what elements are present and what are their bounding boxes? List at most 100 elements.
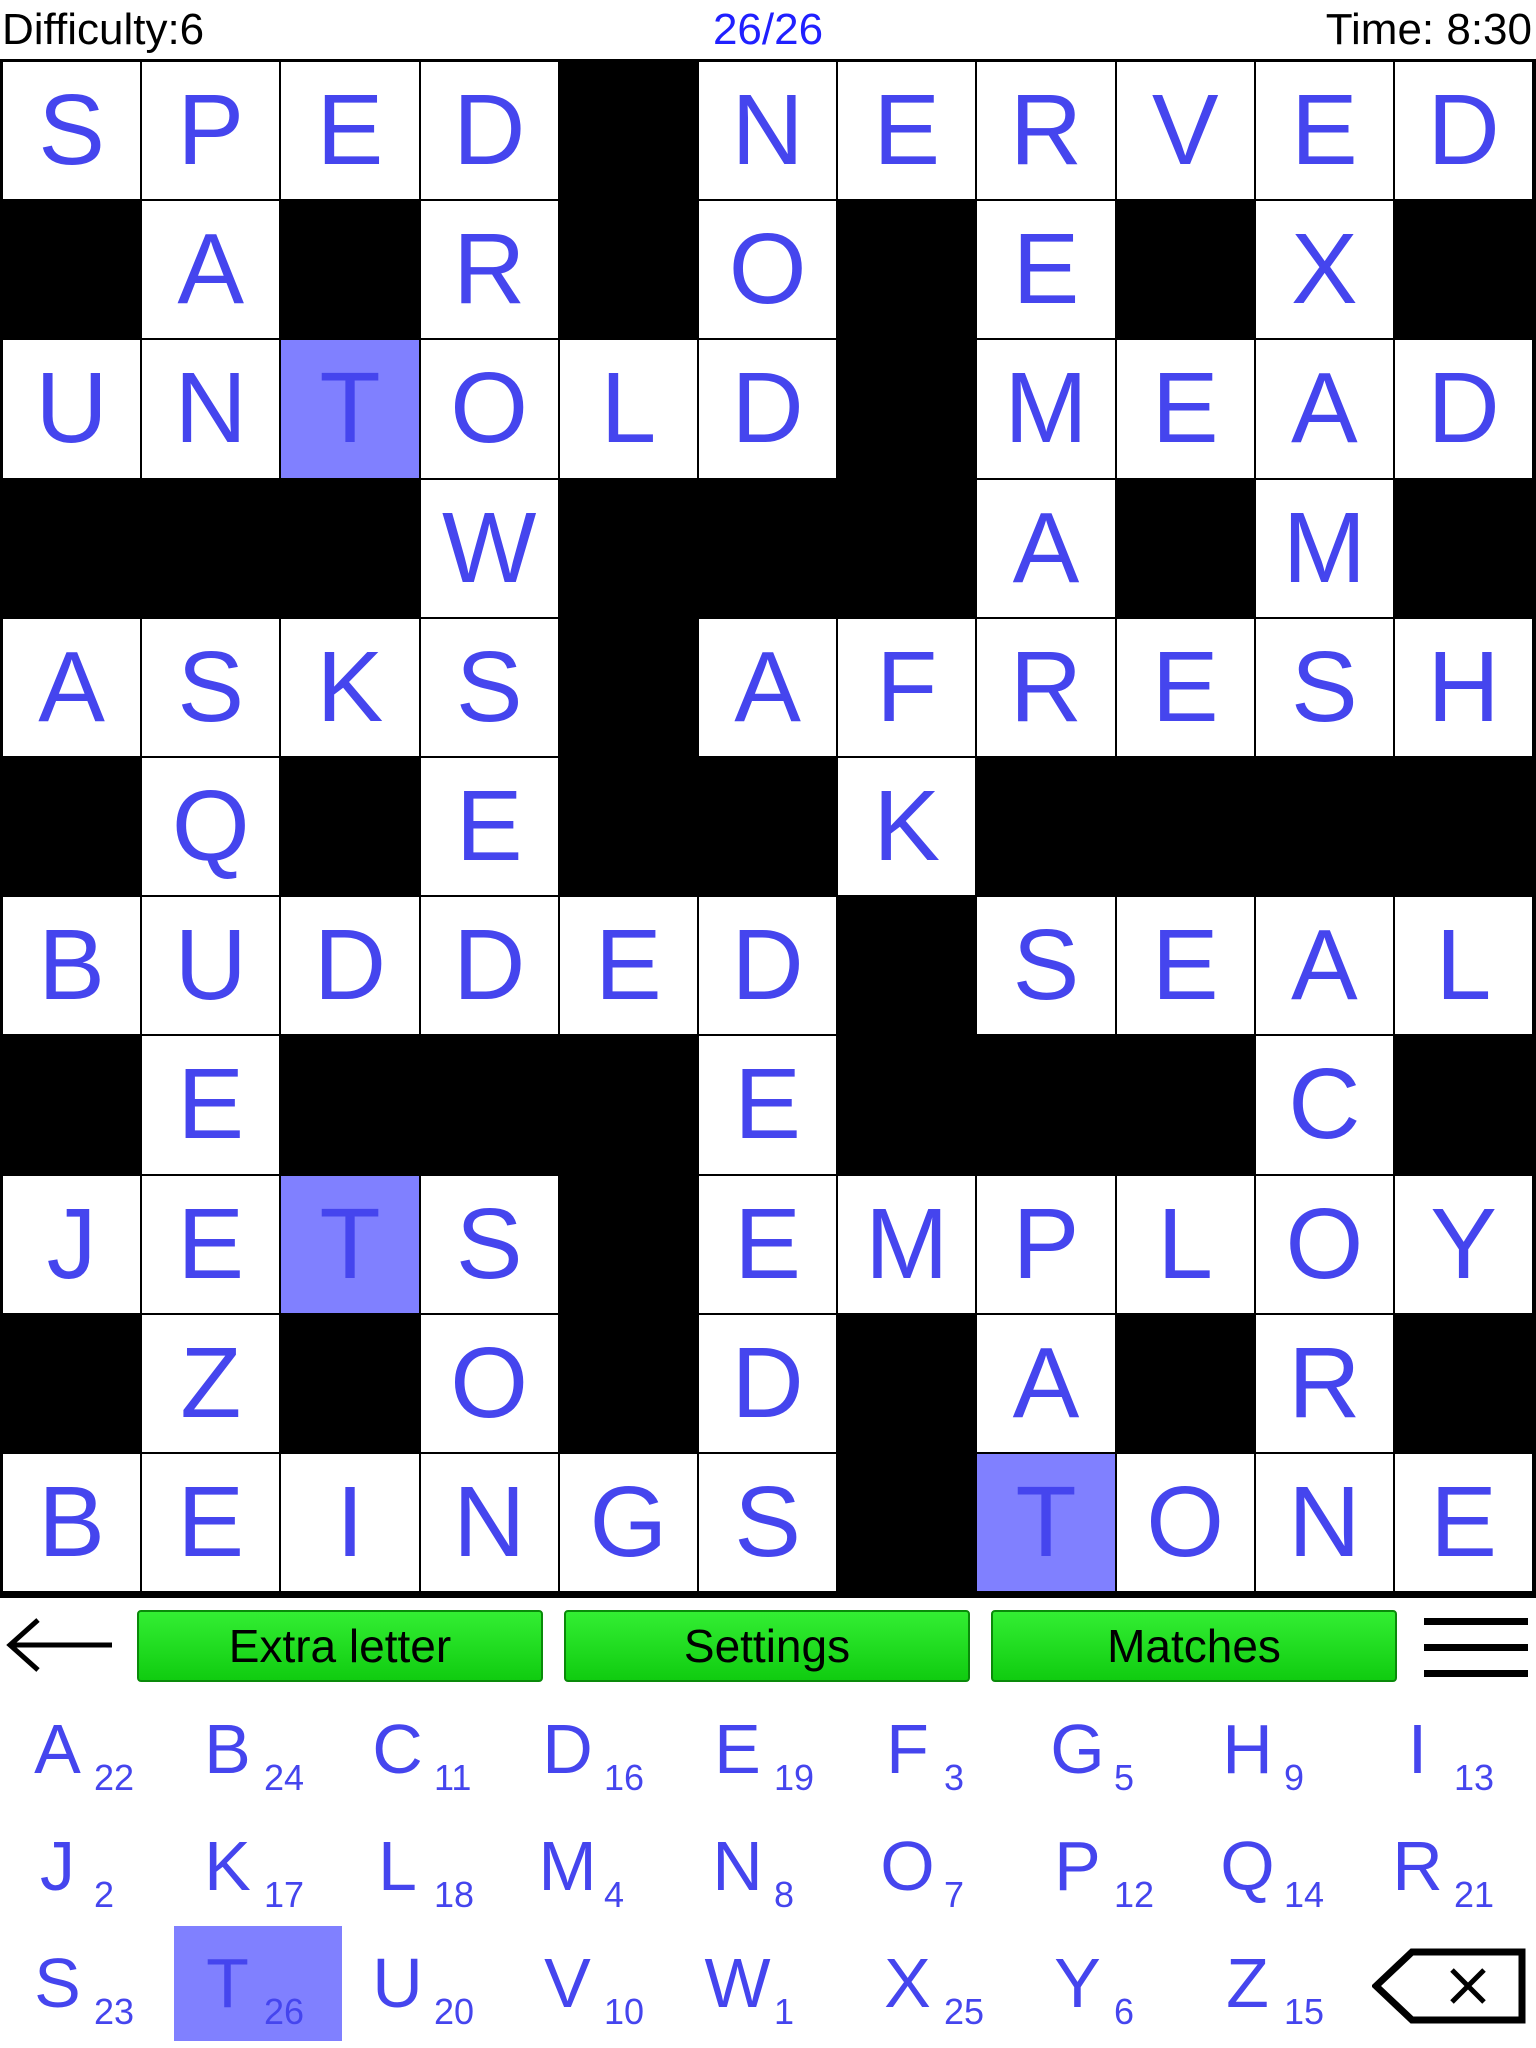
grid-cell[interactable]: D xyxy=(699,340,837,478)
grid-cell[interactable]: E xyxy=(142,1175,280,1313)
grid-cell[interactable]: N xyxy=(1255,1454,1393,1592)
grid-cell[interactable]: E xyxy=(699,1175,837,1313)
letter-key-v[interactable]: V 10 xyxy=(510,1926,680,2041)
grid-cell[interactable]: A xyxy=(142,201,280,339)
letter-key-i[interactable]: I 13 xyxy=(1360,1692,1530,1807)
grid-cell[interactable]: S xyxy=(420,618,558,756)
grid-cell[interactable]: T xyxy=(977,1454,1115,1592)
grid-cell[interactable]: X xyxy=(1255,201,1393,339)
letter-key-x[interactable]: X 25 xyxy=(850,1926,1020,2041)
grid-cell[interactable]: H xyxy=(1395,618,1533,756)
grid-cell[interactable]: E xyxy=(1116,897,1254,1035)
grid-cell[interactable]: M xyxy=(1255,479,1393,617)
grid-cell[interactable]: W xyxy=(420,479,558,617)
grid-cell[interactable]: U xyxy=(3,340,141,478)
letter-key-d[interactable]: D 16 xyxy=(510,1692,680,1807)
grid-cell[interactable]: E xyxy=(420,758,558,896)
grid-cell[interactable]: D xyxy=(420,897,558,1035)
grid-cell[interactable]: T xyxy=(281,1175,419,1313)
arrow-left-icon[interactable] xyxy=(2,1610,114,1680)
settings-button[interactable]: Settings xyxy=(564,1610,970,1682)
grid-cell[interactable]: L xyxy=(1395,897,1533,1035)
backspace-icon[interactable] xyxy=(1370,1946,1526,2026)
grid-cell[interactable]: K xyxy=(838,758,976,896)
grid-cell[interactable]: Z xyxy=(142,1314,280,1452)
grid-cell[interactable]: S xyxy=(977,897,1115,1035)
grid-cell[interactable]: P xyxy=(142,62,280,200)
letter-key-z[interactable]: Z 15 xyxy=(1190,1926,1360,2041)
grid-cell[interactable]: Q xyxy=(142,758,280,896)
grid-cell[interactable]: S xyxy=(699,1454,837,1592)
letter-key-t[interactable]: T 26 xyxy=(174,1926,342,2041)
grid-cell[interactable]: N xyxy=(699,62,837,200)
grid-cell[interactable]: E xyxy=(142,1454,280,1592)
grid-cell[interactable]: D xyxy=(1395,62,1533,200)
letter-key-b[interactable]: B 24 xyxy=(170,1692,340,1807)
grid-cell[interactable]: A xyxy=(1255,897,1393,1035)
letter-key-y[interactable]: Y6 xyxy=(1020,1926,1190,2041)
grid-cell[interactable]: K xyxy=(281,618,419,756)
grid-cell[interactable]: A xyxy=(1255,340,1393,478)
grid-cell[interactable]: N xyxy=(420,1454,558,1592)
grid-cell[interactable]: E xyxy=(1116,340,1254,478)
grid-cell[interactable]: D xyxy=(699,897,837,1035)
grid-cell[interactable]: E xyxy=(281,62,419,200)
grid-cell[interactable]: E xyxy=(1255,62,1393,200)
grid-cell[interactable]: O xyxy=(420,1314,558,1452)
grid-cell[interactable]: D xyxy=(281,897,419,1035)
grid-cell[interactable]: D xyxy=(420,62,558,200)
grid-cell[interactable]: I xyxy=(281,1454,419,1592)
grid-cell[interactable]: R xyxy=(977,62,1115,200)
letter-key-q[interactable]: Q 14 xyxy=(1190,1809,1360,1924)
letter-key-g[interactable]: G5 xyxy=(1020,1692,1190,1807)
grid-cell[interactable]: D xyxy=(1395,340,1533,478)
grid-cell[interactable]: G xyxy=(559,1454,697,1592)
grid-cell[interactable]: A xyxy=(3,618,141,756)
grid-cell[interactable]: E xyxy=(838,62,976,200)
letter-key-u[interactable]: U 20 xyxy=(340,1926,510,2041)
grid-cell[interactable]: O xyxy=(1116,1454,1254,1592)
grid-cell[interactable]: A xyxy=(977,479,1115,617)
letter-key-c[interactable]: C 11 xyxy=(340,1692,510,1807)
letter-key-a[interactable]: A 22 xyxy=(0,1692,170,1807)
letter-key-p[interactable]: P 12 xyxy=(1020,1809,1190,1924)
letter-key-f[interactable]: F3 xyxy=(850,1692,1020,1807)
grid-cell[interactable]: E xyxy=(977,201,1115,339)
grid-cell[interactable]: R xyxy=(420,201,558,339)
grid-cell[interactable]: A xyxy=(977,1314,1115,1452)
grid-cell[interactable]: S xyxy=(142,618,280,756)
grid-cell[interactable]: O xyxy=(1255,1175,1393,1313)
extra-letter-button[interactable]: Extra letter xyxy=(137,1610,543,1682)
grid-cell[interactable]: T xyxy=(281,340,419,478)
grid-cell[interactable]: L xyxy=(1116,1175,1254,1313)
grid-cell[interactable]: U xyxy=(142,897,280,1035)
grid-cell[interactable]: E xyxy=(1116,618,1254,756)
grid-cell[interactable]: R xyxy=(1255,1314,1393,1452)
grid-cell[interactable]: S xyxy=(3,62,141,200)
letter-key-w[interactable]: W1 xyxy=(680,1926,850,2041)
grid-cell[interactable]: S xyxy=(420,1175,558,1313)
letter-key-j[interactable]: J2 xyxy=(0,1809,170,1924)
grid-cell[interactable]: Y xyxy=(1395,1175,1533,1313)
letter-key-r[interactable]: R 21 xyxy=(1360,1809,1530,1924)
grid-cell[interactable]: B xyxy=(3,897,141,1035)
letter-key-m[interactable]: M4 xyxy=(510,1809,680,1924)
grid-cell[interactable]: O xyxy=(699,201,837,339)
grid-cell[interactable]: R xyxy=(977,618,1115,756)
letter-key-e[interactable]: E 19 xyxy=(680,1692,850,1807)
letter-key-k[interactable]: K 17 xyxy=(170,1809,340,1924)
grid-cell[interactable]: B xyxy=(3,1454,141,1592)
matches-button[interactable]: Matches xyxy=(991,1610,1397,1682)
grid-cell[interactable]: J xyxy=(3,1175,141,1313)
grid-cell[interactable]: D xyxy=(699,1314,837,1452)
grid-cell[interactable]: E xyxy=(1395,1454,1533,1592)
grid-cell[interactable]: N xyxy=(142,340,280,478)
grid-cell[interactable]: L xyxy=(559,340,697,478)
grid-cell[interactable]: M xyxy=(838,1175,976,1313)
grid-cell[interactable]: F xyxy=(838,618,976,756)
grid-cell[interactable]: S xyxy=(1255,618,1393,756)
grid-cell[interactable]: V xyxy=(1116,62,1254,200)
letter-key-n[interactable]: N8 xyxy=(680,1809,850,1924)
letter-key-l[interactable]: L 18 xyxy=(340,1809,510,1924)
grid-cell[interactable]: M xyxy=(977,340,1115,478)
